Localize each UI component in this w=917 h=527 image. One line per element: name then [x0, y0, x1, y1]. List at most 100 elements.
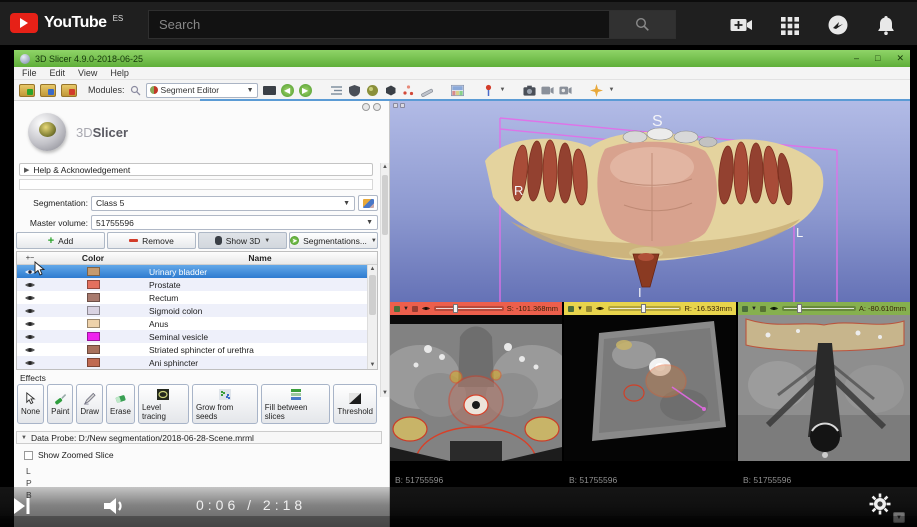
slice-image-green[interactable]	[738, 315, 910, 461]
segment-row[interactable]: Urinary bladder	[17, 265, 377, 278]
pin-icon[interactable]	[394, 306, 400, 312]
visibility-eye-icon[interactable]	[17, 346, 43, 354]
segment-row[interactable]: Zona transicional de...	[17, 369, 377, 370]
module-panel-icon[interactable]	[263, 84, 276, 97]
video-player[interactable]: 3D Slicer 4.9.0-2018-06-25 – □ ✕ File Ed…	[0, 45, 917, 527]
module-history-icon[interactable]	[330, 84, 343, 97]
visibility-eye-icon[interactable]	[17, 307, 43, 315]
visibility-eye-icon[interactable]	[421, 305, 431, 312]
scroll-down-icon[interactable]: ▼	[381, 390, 389, 396]
volume-button[interactable]	[102, 494, 128, 518]
minimize-button[interactable]: –	[854, 50, 859, 67]
crosshair-pin-icon[interactable]	[482, 84, 495, 97]
segmentation-colors-button[interactable]	[358, 195, 378, 211]
scene-view-restore-icon[interactable]	[559, 84, 572, 97]
close-button[interactable]: ✕	[896, 50, 904, 67]
create-video-icon[interactable]	[730, 13, 754, 37]
effect-paint-button[interactable]: Paint	[47, 384, 73, 424]
visibility-eye-icon[interactable]	[17, 294, 43, 302]
pin-icon[interactable]	[742, 306, 748, 312]
layout-selector-icon[interactable]	[451, 84, 464, 97]
chevron-down-icon[interactable]: ▼	[751, 306, 757, 312]
panel-scrollbar[interactable]: ▲ ▼	[380, 163, 389, 397]
effect-level-tracing-button[interactable]: Level tracing	[138, 384, 189, 424]
youtube-logo[interactable]: YouTube ES	[10, 13, 123, 33]
slice-image-yellow[interactable]	[564, 315, 736, 461]
settings-gear-icon[interactable]	[869, 493, 891, 515]
slice-offset-slider[interactable]	[608, 306, 682, 311]
effect-none-button[interactable]: None	[17, 384, 44, 424]
chevron-down-icon[interactable]: ▼	[500, 87, 506, 93]
master-volume-selector[interactable]: 51755596 ▼	[91, 215, 378, 230]
load-data-icon[interactable]	[19, 84, 35, 97]
menu-file[interactable]: File	[22, 68, 37, 78]
segment-color-swatch[interactable]	[87, 358, 100, 367]
segment-color-swatch[interactable]	[87, 319, 100, 328]
dicom-icon[interactable]	[40, 84, 56, 97]
view-menu-icon[interactable]	[760, 306, 766, 312]
segmentation-selector[interactable]: Class 5 ▼	[91, 196, 355, 211]
effect-erase-button[interactable]: Erase	[106, 384, 135, 424]
slice-image-red[interactable]	[390, 315, 562, 461]
segment-row[interactable]: Anus	[17, 317, 377, 330]
panel-pin-icon[interactable]	[373, 103, 381, 111]
history-back-icon[interactable]: ◀	[281, 84, 294, 97]
segment-color-swatch[interactable]	[87, 267, 100, 276]
volume-rendering-icon[interactable]	[384, 84, 397, 97]
show-zoomed-slice-checkbox[interactable]	[24, 451, 33, 460]
player-progress-area[interactable]	[0, 516, 917, 527]
scroll-up-icon[interactable]: ▲	[381, 164, 389, 170]
search-input[interactable]	[148, 10, 610, 39]
segment-row[interactable]: Ani sphincter	[17, 356, 377, 369]
history-forward-icon[interactable]: ▶	[299, 84, 312, 97]
segment-color-swatch[interactable]	[87, 280, 100, 289]
pin-icon[interactable]	[568, 306, 574, 312]
effect-grow-from-seeds-button[interactable]: Grow from seeds	[192, 384, 258, 424]
visibility-eye-icon[interactable]	[17, 281, 43, 289]
window-titlebar[interactable]: 3D Slicer 4.9.0-2018-06-25 – □ ✕	[14, 50, 910, 67]
slice-offset-slider[interactable]	[434, 306, 504, 311]
view-menu-icon[interactable]	[412, 306, 418, 312]
module-selector[interactable]: Segment Editor ▼	[146, 83, 258, 98]
extensions-shield-icon[interactable]	[348, 84, 361, 97]
segment-row[interactable]: Rectum	[17, 291, 377, 304]
effect-threshold-button[interactable]: Threshold	[333, 384, 377, 424]
view-menu-icon[interactable]	[586, 306, 592, 312]
extensions-install-icon[interactable]	[590, 84, 603, 97]
search-button[interactable]	[610, 10, 676, 39]
segment-row[interactable]: Sigmoid colon	[17, 304, 377, 317]
visibility-eye-icon[interactable]	[17, 359, 43, 367]
screenshot-camera-icon[interactable]	[523, 84, 536, 97]
ruler-icon[interactable]	[420, 84, 433, 97]
next-button[interactable]	[10, 494, 34, 518]
effect-fill-between-slices-button[interactable]: Fill between slices	[261, 384, 331, 424]
scroll-up-icon[interactable]: ▲	[368, 266, 377, 272]
data-probe-section[interactable]: ▼ Data Probe: D:/New segmentation/2018-0…	[16, 431, 382, 444]
remove-segment-button[interactable]: Remove	[107, 232, 196, 249]
help-acknowledgement-section[interactable]: ▶ Help & Acknowledgement	[19, 163, 373, 176]
segment-row[interactable]: Prostate	[17, 278, 377, 291]
view-3d[interactable]: S R L I	[390, 101, 910, 302]
visibility-eye-icon[interactable]	[595, 305, 605, 312]
segment-color-swatch[interactable]	[87, 306, 100, 315]
show-3d-button[interactable]: Show 3D ▼	[198, 232, 287, 249]
effect-draw-button[interactable]: Draw	[76, 384, 103, 424]
menu-view[interactable]: View	[78, 68, 97, 78]
messages-icon[interactable]	[826, 13, 850, 37]
scene-view-camera-icon[interactable]	[541, 84, 554, 97]
notifications-bell-icon[interactable]	[874, 13, 898, 37]
chevron-down-icon[interactable]: ▼	[403, 306, 409, 312]
slice-offset-slider[interactable]	[782, 306, 856, 311]
chevron-down-icon[interactable]: ▼	[608, 87, 614, 93]
segment-color-swatch[interactable]	[87, 345, 100, 354]
collapsed-section-bar[interactable]	[19, 179, 373, 190]
save-data-icon[interactable]	[61, 84, 77, 97]
segment-color-swatch[interactable]	[87, 332, 100, 341]
scroll-down-icon[interactable]: ▼	[368, 362, 377, 368]
add-segment-button[interactable]: + Add	[16, 232, 105, 249]
segment-row[interactable]: Seminal vesicle	[17, 330, 377, 343]
table-scrollbar[interactable]: ▲ ▼	[367, 265, 377, 369]
module-search-icon[interactable]	[130, 85, 141, 96]
menu-help[interactable]: Help	[110, 68, 129, 78]
visibility-eye-icon[interactable]	[17, 333, 43, 341]
